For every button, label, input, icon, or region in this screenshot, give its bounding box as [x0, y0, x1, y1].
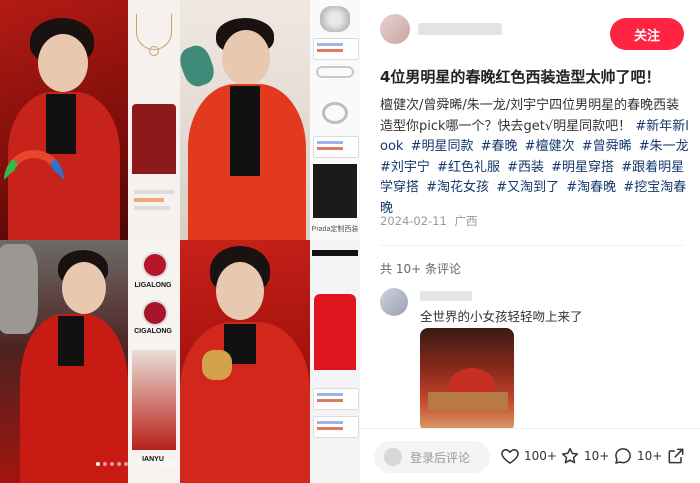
hashtag-link[interactable]: #曾舜晞 — [582, 139, 632, 154]
hashtag-link[interactable]: #朱一龙 — [639, 139, 689, 154]
hashtag-link[interactable]: #刘宇宁 — [380, 160, 430, 175]
comment-button[interactable]: 10+ — [613, 446, 662, 466]
engagement-bar: 登录后评论 100+ 10+ 10+ — [360, 428, 700, 483]
divider — [380, 245, 684, 246]
author-name-redacted[interactable] — [418, 23, 502, 35]
share-button[interactable] — [666, 446, 686, 466]
hashtag-link[interactable]: #淘花女孩 — [426, 180, 489, 195]
user-avatar-placeholder — [384, 448, 402, 466]
share-icon — [668, 448, 684, 464]
product-strip-4 — [310, 240, 360, 483]
comment-input-placeholder: 登录后评论 — [410, 450, 471, 465]
product-strip-2: Prada定制西装 — [310, 0, 360, 240]
post-date: 2024-02-11 — [380, 214, 447, 228]
comment-count-action: 10+ — [637, 449, 663, 463]
collect-count: 10+ — [584, 449, 610, 463]
note-body: 檀健次/曾舜晞/朱一龙/刘宇宁四位男明星的春晚西装造型你pick哪一个？快去ge… — [380, 96, 692, 219]
brand-logo-2: CIGALONG — [134, 328, 172, 335]
photo-star-4 — [180, 240, 310, 483]
commenter-avatar[interactable] — [380, 288, 408, 316]
like-count: 100+ — [524, 449, 557, 463]
note-title: 4位男明星的春晚红色西装造型太帅了吧！ — [380, 68, 661, 86]
chat-bubble-icon — [615, 448, 631, 464]
hashtag-link[interactable]: #檀健次 — [525, 139, 575, 154]
brand-logo-1: LIGALONG — [134, 282, 172, 289]
post-location: 广西 — [454, 214, 478, 228]
comment-count: 共 10+ 条评论 — [380, 262, 461, 276]
product-strip-1 — [128, 0, 180, 240]
hashtag-link[interactable]: #明星同款 — [411, 139, 474, 154]
hashtag-link[interactable]: #明星穿搭 — [551, 160, 614, 175]
collect-button[interactable]: 10+ — [560, 446, 609, 466]
like-button[interactable]: 100+ — [500, 446, 557, 466]
photo-star-3 — [0, 240, 128, 483]
photo-star-1 — [0, 0, 128, 240]
hashtag-link[interactable]: #淘春晚 — [566, 180, 616, 195]
commenter-name-redacted[interactable] — [420, 291, 472, 301]
comment-text: 全世界的小女孩轻轻吻上来了 — [420, 309, 583, 324]
hashtag-link[interactable]: #春晚 — [481, 139, 518, 154]
note-meta: 2024-02-11 广西 — [380, 213, 478, 229]
author-info[interactable] — [380, 14, 502, 44]
note-detail-panel: 关注 4位男明星的春晚红色西装造型太帅了吧！ 檀健次/曾舜晞/朱一龙/刘宇宁四位… — [360, 0, 700, 483]
hashtag-link[interactable]: #又淘到了 — [496, 180, 559, 195]
caption-prada: Prada定制西装 — [311, 226, 359, 233]
note-image-carousel[interactable]: Prada定制西装 LIGALONG CIGALONG IANYU — [0, 0, 360, 483]
heart-icon — [501, 449, 519, 464]
comment-input[interactable]: 登录后评论 — [374, 441, 490, 473]
comment-image[interactable] — [420, 328, 514, 432]
hashtag-link[interactable]: #红色礼服 — [437, 160, 500, 175]
follow-button[interactable]: 关注 — [610, 18, 684, 50]
product-strip-3: LIGALONG CIGALONG IANYU — [128, 240, 180, 483]
carousel-indicator[interactable] — [96, 462, 177, 466]
author-avatar[interactable] — [380, 14, 410, 44]
star-icon — [561, 447, 579, 464]
photo-star-2 — [180, 0, 310, 240]
hashtag-link[interactable]: #西装 — [507, 160, 544, 175]
